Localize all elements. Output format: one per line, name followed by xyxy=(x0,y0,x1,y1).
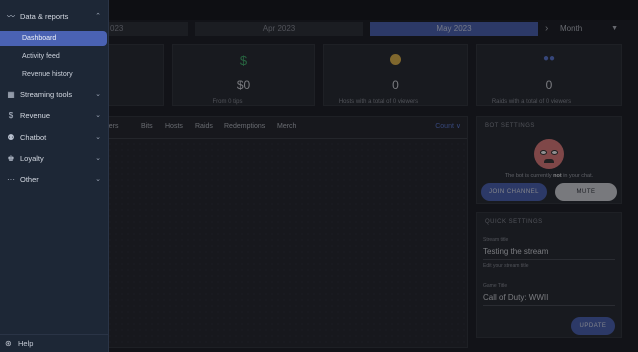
user-circle-icon xyxy=(324,53,467,68)
robot-icon: ⚉ xyxy=(7,133,15,142)
stat-card-hosts: 0 Hosts with a total of 0 viewers xyxy=(323,44,468,106)
chart-area xyxy=(101,141,467,347)
bot-settings-panel: BOT SETTINGS The bot is currently not in… xyxy=(476,116,622,204)
loyalty-icon: ♚ xyxy=(7,154,15,163)
trend-line-icon: 〰 xyxy=(7,12,15,21)
caret-down-icon: ▼ xyxy=(611,25,618,32)
dollar-circle-icon: $ xyxy=(8,111,14,120)
activity-chart-panel: ribers Bits Hosts Raids Redemptions Merc… xyxy=(100,116,468,348)
game-title-label: Game Title xyxy=(483,283,508,289)
bot-settings-title: BOT SETTINGS xyxy=(485,123,535,129)
stat-card-partial xyxy=(100,44,164,106)
tips-sub: From 0 tips xyxy=(212,99,243,105)
stream-title-help: Edit your stream title xyxy=(483,263,529,269)
stream-tools-icon: ▦ xyxy=(7,90,15,99)
sidebar: 〰 Data & reports ⌃ Dashboard Activity fe… xyxy=(0,0,109,352)
nav-chatbot[interactable]: ⚉ Chatbot ⌄ xyxy=(0,129,109,146)
tab-row: ribers Bits Hosts Raids Redemptions Merc… xyxy=(101,117,467,139)
chevron-right-icon[interactable]: › xyxy=(545,22,548,36)
users-icon: ●● xyxy=(542,53,556,64)
month-april[interactable]: Apr 2023 xyxy=(195,22,363,36)
dollar-icon: $ xyxy=(239,53,248,68)
mute-button[interactable]: MUTE xyxy=(555,183,617,201)
join-channel-button[interactable]: JOIN CHANNEL xyxy=(481,183,547,201)
month-prev-prev[interactable]: 023 xyxy=(100,22,188,36)
month-may-selected[interactable]: May 2023 xyxy=(370,22,538,36)
tab-merch[interactable]: Merch xyxy=(277,123,296,130)
range-select[interactable]: Month ▼ xyxy=(560,22,622,36)
stream-title-input[interactable]: Testing the stream xyxy=(483,247,615,260)
tips-value: $0 xyxy=(236,78,251,92)
nav-revenue[interactable]: $ Revenue ⌄ xyxy=(0,107,109,124)
help-circle-icon: ⊛ xyxy=(5,339,12,348)
chevron-down-icon: ⌄ xyxy=(95,134,101,141)
tab-redemptions[interactable]: Redemptions xyxy=(224,123,265,130)
nav-dashboard[interactable]: Dashboard xyxy=(0,31,107,46)
nav-other[interactable]: ··· Other ⌄ xyxy=(0,171,109,188)
tab-hosts[interactable]: Hosts xyxy=(165,123,183,130)
raids-sub: Raids with a total of 0 viewers xyxy=(491,99,572,105)
range-value: Month xyxy=(560,24,583,33)
stat-card-raids: ●● 0 Raids with a total of 0 viewers xyxy=(476,44,622,106)
hosts-sub: Hosts with a total of 0 viewers xyxy=(338,99,419,105)
quick-settings-title: QUICK SETTINGS xyxy=(485,219,543,225)
hosts-value: 0 xyxy=(392,78,399,92)
nav-help[interactable]: ⊛ Help xyxy=(0,334,109,352)
bot-avatar xyxy=(534,139,564,169)
tab-bits[interactable]: Bits xyxy=(141,123,153,130)
nav-streaming-tools[interactable]: ▦ Streaming tools ⌄ xyxy=(0,86,109,103)
chevron-up-icon: ⌃ xyxy=(95,13,101,20)
update-button[interactable]: UPDATE xyxy=(571,317,615,335)
nav-loyalty[interactable]: ♚ Loyalty ⌄ xyxy=(0,150,109,167)
chevron-down-icon: ⌄ xyxy=(95,112,101,119)
chevron-down-icon: ⌄ xyxy=(95,176,101,183)
bot-status: The bot is currently not in your chat. xyxy=(504,173,594,179)
count-select[interactable]: Count ∨ xyxy=(435,122,461,130)
ellipsis-icon: ··· xyxy=(7,175,15,184)
chevron-down-icon: ⌄ xyxy=(95,155,101,162)
app-root: 023 Apr 2023 May 2023 › Month ▼ $ $0 From… xyxy=(0,0,638,352)
game-title-input[interactable]: Call of Duty: WWII xyxy=(483,293,615,306)
nav-data-reports[interactable]: 〰 Data & reports ⌃ xyxy=(0,8,109,25)
raids-value: 0 xyxy=(545,78,553,92)
tab-raids[interactable]: Raids xyxy=(195,123,213,130)
chevron-down-icon: ⌄ xyxy=(95,91,101,98)
quick-settings-panel: QUICK SETTINGS Stream title Testing the … xyxy=(476,212,622,338)
nav-revenue-history[interactable]: Revenue history xyxy=(0,67,109,82)
nav-activity-feed[interactable]: Activity feed xyxy=(0,49,109,64)
stat-card-tips: $ $0 From 0 tips xyxy=(172,44,315,106)
stream-title-label: Stream title xyxy=(483,237,509,243)
